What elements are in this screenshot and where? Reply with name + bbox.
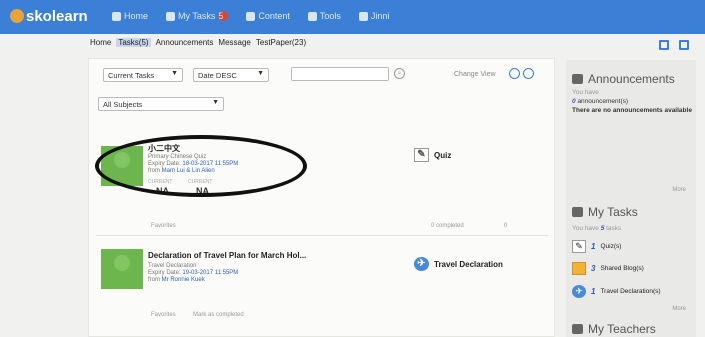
travel-icon: ✈ bbox=[414, 257, 429, 271]
search-input[interactable] bbox=[291, 67, 389, 81]
task-list-panel: Current Tasks ▼ Date DESC ▼ ⌕ Change View … bbox=[88, 58, 555, 337]
subnav-message[interactable]: Message bbox=[218, 38, 250, 47]
tasks-badge: 5 bbox=[218, 11, 229, 21]
sidebar-task-blog[interactable]: 3 Shared Blog(s) bbox=[572, 262, 644, 275]
favorites-link[interactable]: Favorites bbox=[151, 312, 176, 318]
blog-icon bbox=[572, 262, 586, 275]
favorites-link[interactable]: Favorites bbox=[151, 223, 176, 229]
teacher-icon bbox=[572, 324, 583, 334]
sidebar: Announcements You have 0 announcement(s)… bbox=[566, 60, 696, 337]
my-tasks-heading: My Tasks bbox=[572, 205, 638, 219]
task-subject: Travel Declaration bbox=[148, 263, 197, 269]
comment-count[interactable]: 0 bbox=[504, 223, 507, 229]
announcements-more[interactable]: More bbox=[672, 187, 686, 193]
main-nav: Home My Tasks 5 Content Tools Jinni bbox=[112, 11, 389, 21]
task-card[interactable]: Declaration of Travel Plan for March Hol… bbox=[96, 241, 548, 331]
app-logo[interactable]: skolearn bbox=[10, 8, 88, 25]
task-from: from Mr Ronnie Kuek bbox=[148, 277, 205, 283]
sort-select[interactable]: Date DESC ▼ bbox=[193, 68, 269, 82]
announcements-empty: There are no announcements available bbox=[572, 107, 692, 114]
search-icon[interactable]: ⌕ bbox=[394, 68, 405, 79]
right-tools bbox=[659, 40, 689, 50]
tasks-you-have: You have 5 tasks bbox=[572, 225, 622, 232]
subnav-tasks[interactable]: Tasks(5) bbox=[116, 38, 151, 47]
travel-icon: ✈ bbox=[572, 285, 586, 298]
task-type: ✎ Quiz bbox=[414, 148, 451, 162]
jinni-icon bbox=[358, 11, 368, 21]
chevron-down-icon: ▼ bbox=[212, 99, 219, 106]
announcements-heading: Announcements bbox=[572, 72, 675, 86]
subnav-announcements[interactable]: Announcements bbox=[156, 38, 214, 47]
chevron-down-icon: ▼ bbox=[171, 70, 178, 77]
tools-icon bbox=[307, 11, 317, 21]
top-nav-bar: skolearn Home My Tasks 5 Content Tools Ji… bbox=[0, 0, 705, 34]
subnav-home[interactable]: Home bbox=[90, 38, 111, 47]
nav-home[interactable]: Home bbox=[112, 11, 148, 21]
list-view-icon[interactable] bbox=[509, 68, 520, 79]
sub-nav: Home Tasks(5) Announcements Message Test… bbox=[90, 38, 306, 47]
announcements-you-have: You have bbox=[572, 89, 599, 96]
mark-completed-link[interactable]: Mark as completed bbox=[193, 312, 244, 318]
nav-tools[interactable]: Tools bbox=[307, 11, 341, 21]
task-title[interactable]: Declaration of Travel Plan for March Hol… bbox=[148, 251, 306, 260]
announcements-count: 0 announcement(s) bbox=[572, 98, 629, 105]
list-icon bbox=[572, 207, 583, 217]
task-expiry: Expiry Date: 19-03-2017 11:55PM bbox=[148, 270, 239, 276]
chevron-down-icon: ▼ bbox=[257, 70, 264, 77]
quiz-icon: ✎ bbox=[572, 240, 586, 253]
change-view-label: Change View bbox=[454, 71, 496, 78]
highlight-circle bbox=[95, 135, 307, 197]
logo-icon bbox=[10, 9, 24, 23]
completed-count: 0 completed bbox=[431, 223, 464, 229]
announcement-icon bbox=[572, 74, 583, 84]
tasks-more[interactable]: More bbox=[672, 306, 686, 312]
tasks-icon bbox=[166, 11, 176, 21]
flag-icon[interactable] bbox=[659, 40, 669, 50]
task-filter-select[interactable]: Current Tasks ▼ bbox=[103, 68, 183, 82]
quiz-icon: ✎ bbox=[414, 148, 429, 162]
task-type: ✈ Travel Declaration bbox=[414, 257, 503, 271]
task-thumbnail bbox=[101, 249, 143, 289]
grid-view-icon[interactable] bbox=[523, 68, 534, 79]
subnav-testpaper[interactable]: TestPaper(23) bbox=[256, 38, 306, 47]
my-teachers-heading: My Teachers bbox=[572, 322, 656, 336]
home-icon bbox=[112, 11, 121, 21]
sidebar-task-quiz[interactable]: ✎ 1 Quiz(s) bbox=[572, 240, 621, 253]
subject-select[interactable]: All Subjects ▼ bbox=[98, 97, 224, 111]
content-icon bbox=[246, 11, 256, 21]
nav-jinni[interactable]: Jinni bbox=[358, 11, 389, 21]
nav-content[interactable]: Content bbox=[246, 11, 290, 21]
sidebar-task-travel[interactable]: ✈ 1 Travel Declaration(s) bbox=[572, 285, 661, 298]
calendar-icon[interactable] bbox=[679, 40, 689, 50]
nav-my-tasks[interactable]: My Tasks 5 bbox=[166, 11, 229, 21]
